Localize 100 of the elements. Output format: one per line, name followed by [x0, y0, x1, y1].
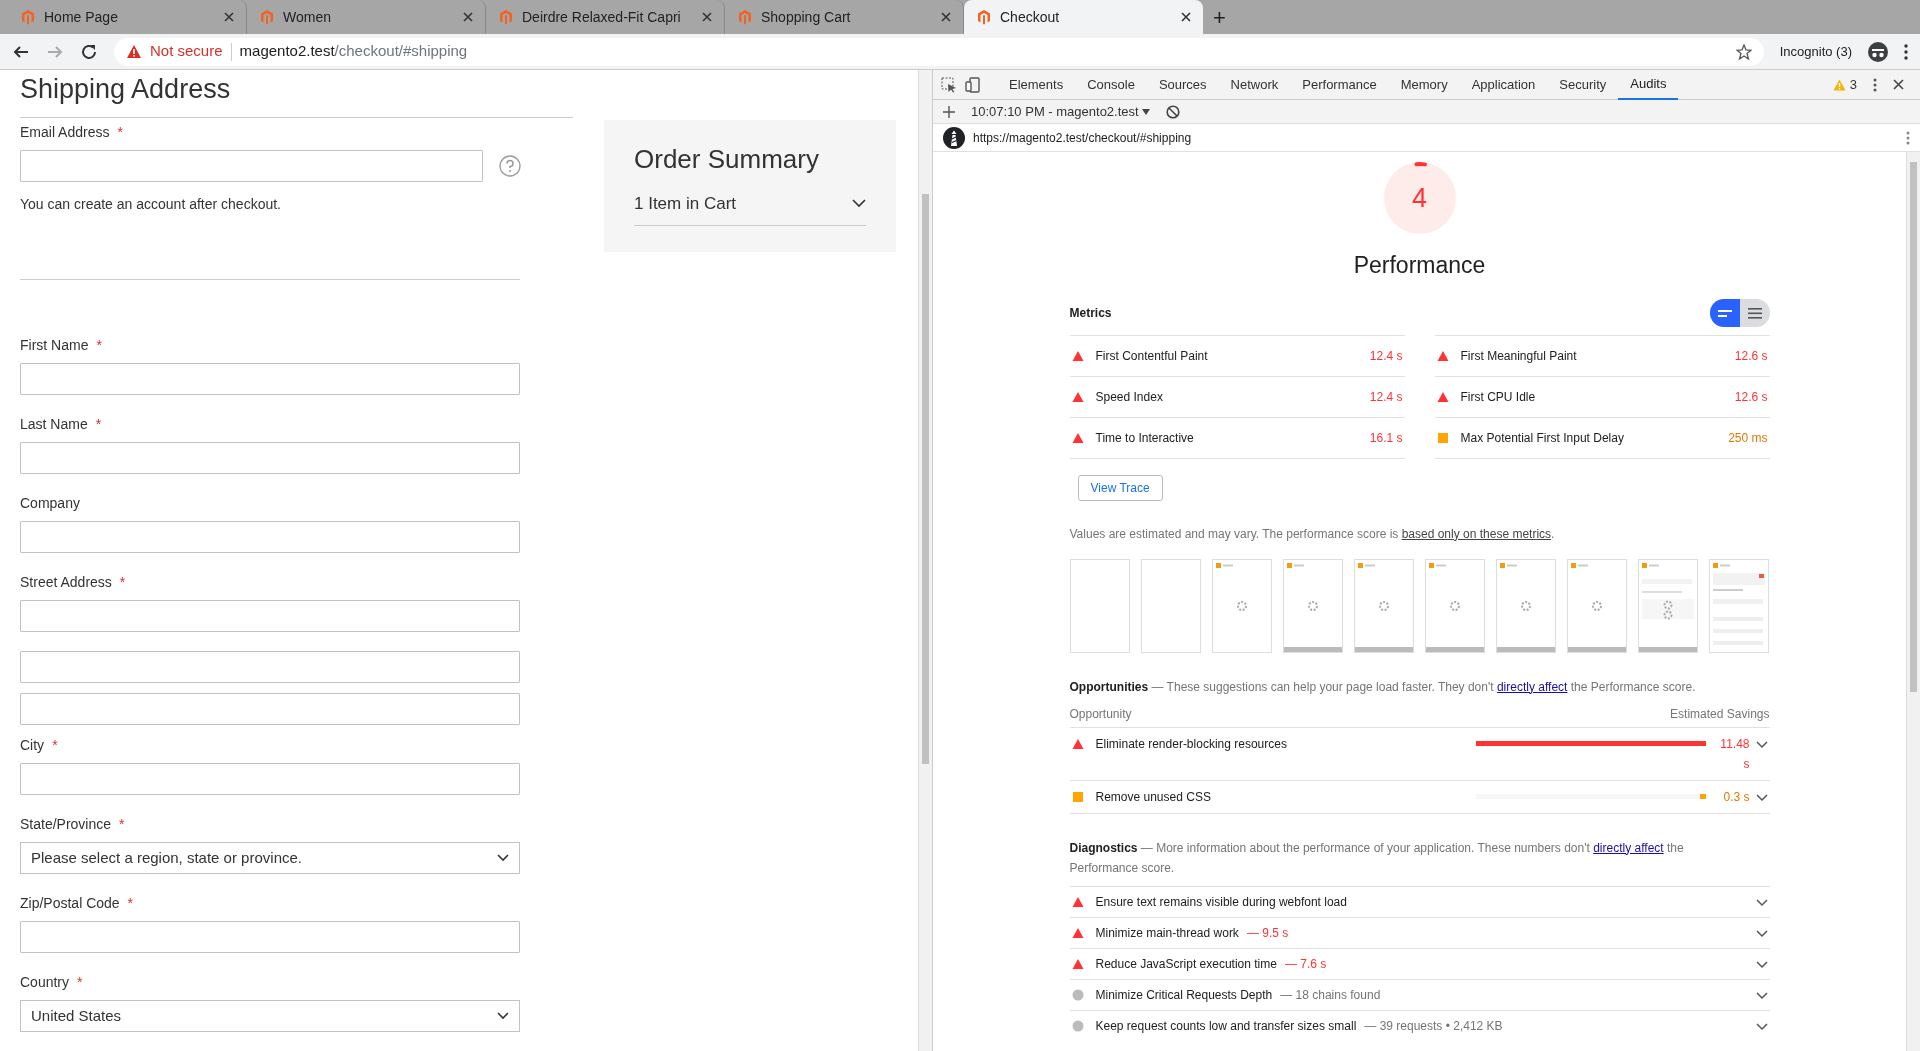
scrollbar[interactable] [918, 70, 932, 1051]
input-field[interactable] [20, 521, 520, 553]
close-icon[interactable] [1893, 79, 1904, 90]
helper-text: You can create an account after checkout. [20, 195, 282, 214]
close-icon[interactable] [702, 12, 712, 22]
scrollbar[interactable] [1906, 152, 1920, 1051]
field-label: State/Province [20, 815, 112, 834]
reload-icon[interactable] [80, 42, 98, 61]
inspect-icon[interactable] [941, 76, 957, 93]
close-icon[interactable] [224, 12, 234, 22]
session-dropdown[interactable]: 10:07:10 PM - magento2.test [971, 101, 1151, 122]
devtools-tab[interactable]: Sources [1146, 69, 1219, 100]
section-description: Diagnostics — More information about the performance of your application. These numbers don't directly affect the Performance score. [1069, 839, 1685, 877]
more-options-icon[interactable] [1873, 77, 1877, 92]
add-icon[interactable] [943, 105, 955, 118]
url-text[interactable]: magento2.test/checkout/#shipping [239, 40, 468, 63]
diagnostic-name: Ensure text remains visible during webfont load [1095, 893, 1347, 911]
browser-tab[interactable]: Checkout [964, 0, 1203, 34]
category-title: Performance [1353, 251, 1486, 280]
field-label: Country [20, 973, 70, 992]
diagnostic-detail: — 7.6 s [1284, 955, 1327, 973]
magento-logo-icon [498, 9, 514, 25]
star-icon[interactable] [1735, 43, 1752, 60]
required-asterisk: * [127, 894, 134, 913]
select-dropdown[interactable]: Please select a region, state or province. [20, 842, 520, 874]
input-field[interactable] [20, 693, 520, 725]
metric-name: First Contentful Paint [1095, 347, 1208, 365]
view-option-button[interactable] [1709, 298, 1740, 327]
metric-value: 12.4 s [1369, 347, 1403, 365]
warning-icon [126, 44, 142, 59]
field-label: Street Address [20, 573, 112, 592]
required-asterisk: * [52, 736, 58, 755]
devtools-tab[interactable]: Console [1075, 69, 1147, 100]
column-header: Opportunity [1069, 705, 1132, 723]
email-input-field[interactable] [20, 150, 483, 182]
diagnostic-detail: — 39 requests • 2,412 KB [1364, 1017, 1503, 1035]
chevron-down-icon [497, 1012, 509, 1020]
devtools-tab[interactable]: Performance [1290, 69, 1389, 100]
link[interactable]: directly affect [1593, 840, 1664, 855]
input-field[interactable] [20, 442, 520, 474]
section-heading: Metrics [1069, 304, 1112, 322]
view-trace-button[interactable]: View Trace [1077, 474, 1163, 501]
field-label: First Name [20, 336, 89, 355]
report-url: https://magento2.test/checkout/#shipping [973, 129, 1192, 147]
metric-value: 250 ms [1728, 429, 1768, 447]
input-field[interactable] [20, 921, 520, 953]
help-icon[interactable] [499, 155, 521, 177]
devtools-tab[interactable]: Elements [997, 69, 1076, 100]
new-tab-button[interactable]: + [1203, 1, 1236, 34]
chevron-icon [852, 199, 866, 209]
warning-count[interactable]: 3 [1849, 74, 1857, 95]
metric-name: Speed Index [1095, 388, 1163, 406]
required-asterisk: * [119, 815, 125, 834]
device-icon[interactable] [965, 76, 981, 93]
profile-label[interactable]: Incognito (3) [1779, 41, 1852, 62]
opportunity-name: Remove unused CSS [1095, 788, 1211, 806]
lighthouse-icon [943, 126, 965, 149]
score-value: 4 [1411, 182, 1428, 214]
list-view-icon [1747, 306, 1762, 319]
required-asterisk: * [117, 123, 123, 142]
metric-name: Time to Interactive [1095, 429, 1194, 447]
input-field[interactable] [20, 763, 520, 795]
field-label: Email Address [20, 123, 110, 142]
field-label: Zip/Postal Code [20, 894, 120, 913]
clear-icon[interactable] [1166, 104, 1181, 119]
magento-logo-icon [737, 9, 753, 25]
diagnostic-name: Keep request counts low and transfer sizes small [1095, 1017, 1357, 1035]
input-field[interactable] [20, 363, 520, 395]
chevron-down-icon [497, 854, 509, 862]
field-label: Last Name [20, 415, 88, 434]
metric-name: First Meaningful Paint [1460, 347, 1577, 365]
opportunity-name: Eliminate render-blocking resources [1095, 735, 1287, 753]
required-asterisk: * [119, 573, 126, 592]
devtools-tab[interactable]: Memory [1388, 69, 1460, 100]
select-dropdown[interactable]: United States [20, 1000, 520, 1032]
input-field[interactable] [20, 600, 520, 632]
section-title: Shipping Address [20, 70, 573, 118]
close-icon[interactable] [463, 12, 473, 22]
cart-items-toggle[interactable]: 1 Item in Cart [634, 179, 866, 226]
diagnostic-name: Minimize Critical Requests Depth [1095, 986, 1273, 1004]
security-status[interactable]: Not secure [150, 40, 223, 63]
metric-name: First CPU Idle [1460, 388, 1536, 406]
diagnostic-detail: — 18 chains found [1280, 986, 1381, 1004]
close-icon[interactable] [941, 12, 951, 22]
input-field[interactable] [20, 651, 520, 683]
section-description: Opportunities — These suggestions can help your page load faster. They don't directly affect the Performance score. [1069, 678, 1697, 696]
diagnostic-name: Minimize main-thread work [1095, 924, 1239, 942]
magento-logo-icon [259, 9, 275, 25]
incognito-icon[interactable] [1868, 41, 1888, 62]
column-header: Estimated Savings [1670, 705, 1770, 723]
menu-icon[interactable] [1904, 43, 1908, 60]
devtools-tab[interactable]: Network [1218, 69, 1291, 100]
link[interactable]: directly affect [1496, 679, 1568, 694]
magento-logo-icon [20, 9, 36, 25]
devtools-tab[interactable]: Application [1459, 69, 1548, 100]
close-icon[interactable] [1181, 12, 1191, 22]
more-options-icon[interactable] [1906, 130, 1910, 145]
devtools-tab[interactable]: Security [1547, 69, 1619, 100]
field-label: City [20, 736, 45, 755]
magento-logo-icon [976, 9, 992, 25]
